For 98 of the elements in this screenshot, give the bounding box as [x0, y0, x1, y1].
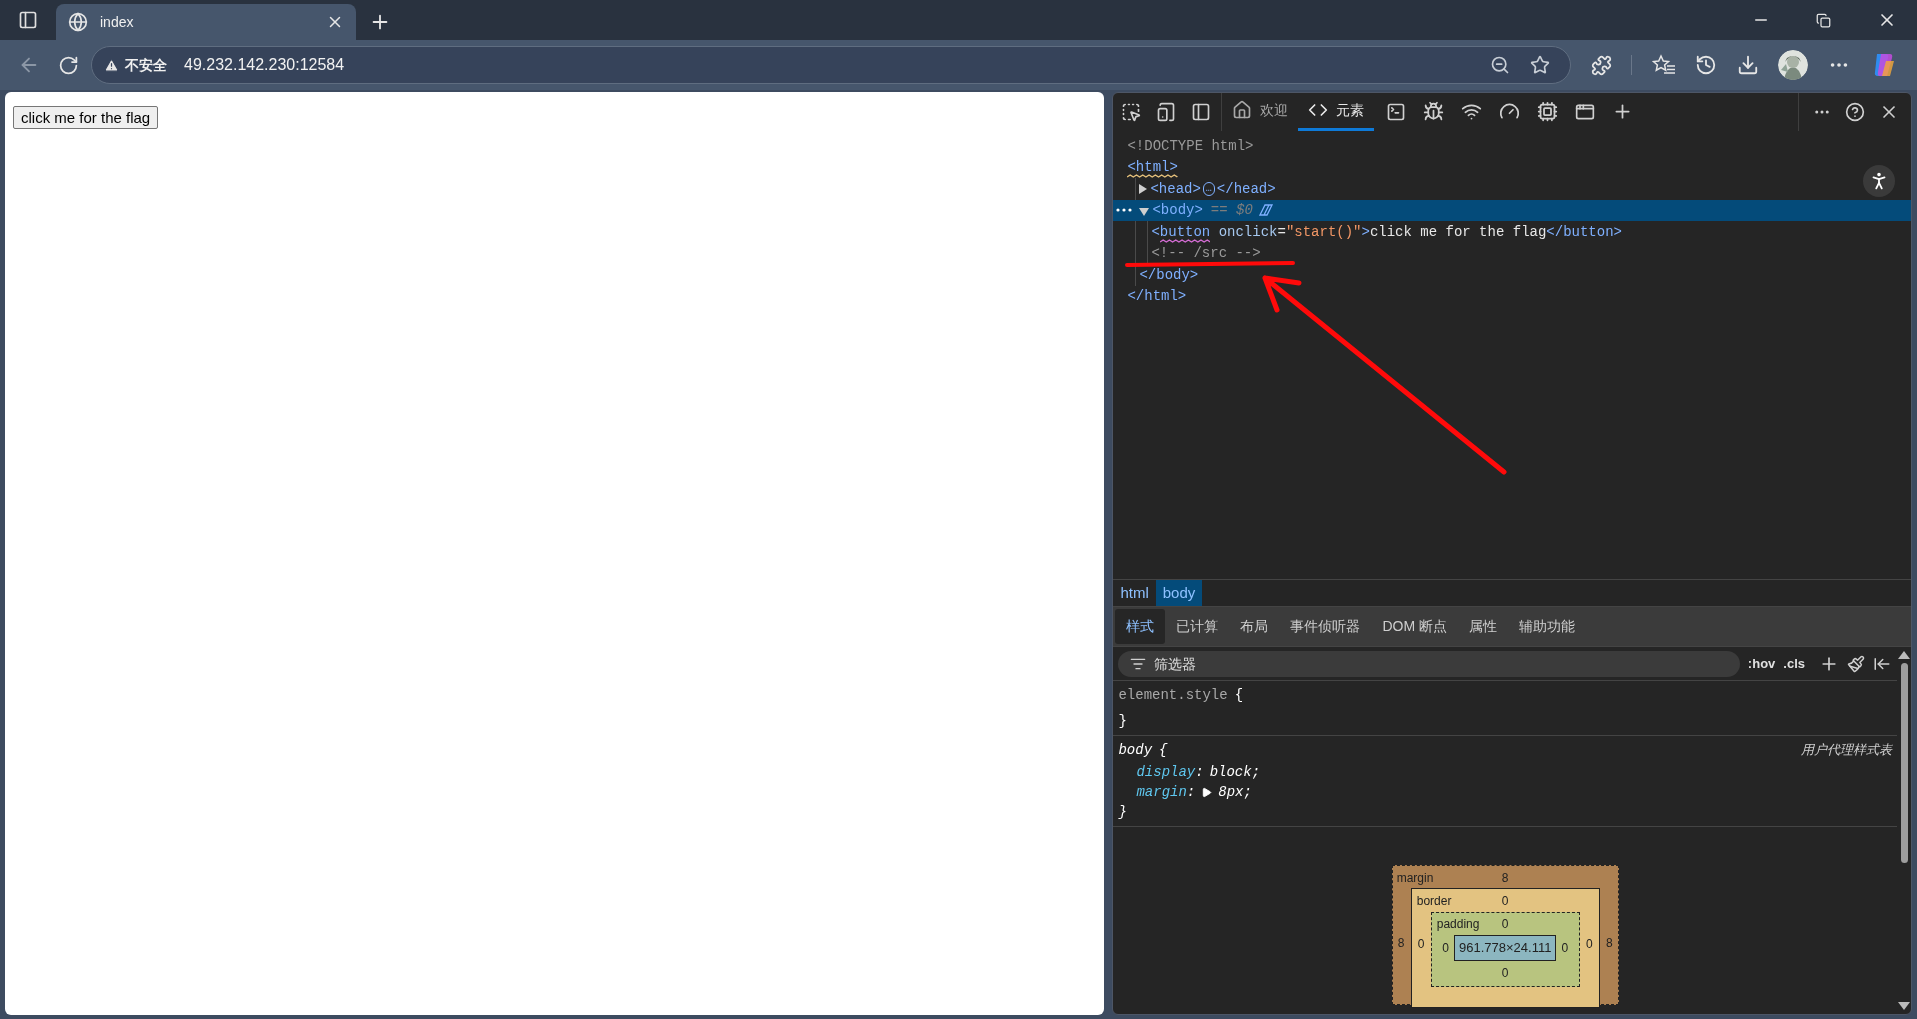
- color-format-icon[interactable]: [1847, 654, 1865, 673]
- warning-icon: [104, 57, 119, 73]
- margin-value: 8: [1501, 870, 1509, 887]
- issue-squiggle[interactable]: [1127, 174, 1178, 179]
- breadcrumb[interactable]: body: [1155, 580, 1203, 606]
- url-text: 49.232.142.230:12584: [184, 55, 345, 75]
- code-token: >: [1361, 223, 1370, 240]
- dom-node-row[interactable]: <html>: [1113, 156, 1911, 178]
- box-label: padding: [1436, 916, 1480, 933]
- issue-squiggle[interactable]: [1159, 238, 1211, 243]
- rule-selector: element.style: [1118, 685, 1228, 705]
- code-token: "start()": [1285, 223, 1362, 240]
- code-token: <!DOCTYPE html>: [1127, 137, 1254, 154]
- selected-hint: == $0: [1210, 202, 1253, 219]
- scrollbar-thumb[interactable]: [1900, 663, 1908, 863]
- devtools-tab[interactable]: 元素: [1298, 93, 1375, 131]
- code-token: <body>: [1152, 202, 1203, 219]
- styles-panel-tab[interactable]: 事件侦听器: [1279, 609, 1372, 644]
- copilot-explain-icon[interactable]: [1256, 203, 1275, 218]
- expand-shorthand-icon[interactable]: [1201, 786, 1213, 798]
- rule-source[interactable]: 用户代理样式表: [1801, 740, 1892, 760]
- css-property[interactable]: margin: [1136, 781, 1187, 803]
- padding-value: 0: [1501, 916, 1509, 933]
- code-token: onclick: [1217, 223, 1278, 240]
- tab-title: index: [100, 12, 135, 32]
- content-size: 961.778×24.111: [1454, 935, 1557, 961]
- styles-panel-tab[interactable]: 属性: [1458, 609, 1508, 644]
- rule-brace: {: [1234, 685, 1244, 705]
- accessibility-button[interactable]: [1863, 165, 1895, 197]
- download-icon[interactable]: [1736, 54, 1759, 76]
- breadcrumb[interactable]: html: [1113, 580, 1156, 606]
- filter-toggle[interactable]: .cls: [1783, 653, 1805, 674]
- filter-field[interactable]: 筛选器: [1118, 650, 1740, 677]
- colon: :: [1195, 762, 1204, 782]
- border-value: 0: [1586, 936, 1593, 953]
- flag-button[interactable]: click me for the flag: [13, 106, 159, 129]
- extensions-icon[interactable]: [1591, 54, 1612, 76]
- code-token: </button>: [1546, 223, 1622, 240]
- row-menu-icon[interactable]: [1116, 208, 1133, 213]
- margin-value: 8: [1397, 935, 1405, 952]
- padding-value: 0: [1561, 939, 1569, 957]
- dom-node-row[interactable]: <body> == $0: [1113, 199, 1911, 221]
- padding-value: 0: [1442, 939, 1449, 957]
- favorite-star-icon[interactable]: [1530, 55, 1550, 75]
- box-label: border: [1416, 893, 1452, 910]
- rule-selector: body: [1118, 740, 1153, 760]
- colon: :: [1186, 782, 1196, 802]
- inspect-icon[interactable]: [1121, 101, 1142, 122]
- code-token: <: [1151, 223, 1160, 240]
- styles-panel-tab[interactable]: 已计算: [1165, 609, 1230, 644]
- code-token: <!-- /src -->: [1151, 245, 1261, 262]
- code-token: button: [1159, 223, 1211, 240]
- padding-value: 0: [1501, 964, 1509, 982]
- dock-panel-icon[interactable]: [1191, 101, 1212, 122]
- code-token: <html>: [1127, 159, 1178, 176]
- history-icon[interactable]: [1695, 54, 1718, 76]
- margin-value: 8: [1606, 935, 1613, 952]
- box-label: margin: [1396, 870, 1434, 887]
- expanded-triangle-icon[interactable]: [1139, 207, 1150, 216]
- code-token: <head>: [1150, 180, 1201, 197]
- rule-brace: {: [1159, 740, 1168, 760]
- zoom-out-icon[interactable]: [1490, 55, 1510, 75]
- css-property[interactable]: display: [1136, 761, 1196, 783]
- dom-node-row[interactable]: <!-- /src -->: [1113, 242, 1911, 264]
- dom-node-row[interactable]: <button onclick="start()">click me for the flag</button>: [1113, 221, 1911, 243]
- device-emulation-icon[interactable]: [1156, 101, 1177, 122]
- home-icon: [1232, 100, 1253, 120]
- css-value[interactable]: 8px;: [1218, 781, 1252, 803]
- styles-panel-tab[interactable]: 辅助功能: [1508, 609, 1586, 644]
- devtools-tab[interactable]: 欢迎: [1222, 93, 1299, 131]
- reload-icon[interactable]: [58, 54, 79, 76]
- styles-panel-tab[interactable]: 布局: [1229, 609, 1280, 644]
- filter-toggle[interactable]: :hov: [1747, 653, 1776, 674]
- bug-icon[interactable]: [1423, 101, 1445, 122]
- console-icon[interactable]: [1386, 101, 1407, 122]
- code-token: click me for the flag: [1369, 223, 1547, 240]
- favorites-list-icon[interactable]: [1651, 54, 1676, 76]
- code-token: </head>: [1216, 180, 1276, 197]
- rule-brace: }: [1118, 802, 1127, 822]
- globe-icon: [68, 12, 88, 32]
- address-field[interactable]: 不安全 49.232.142.230:12584: [91, 46, 1571, 84]
- code-token: =: [1277, 223, 1286, 240]
- border-value: 0: [1417, 936, 1425, 953]
- border-value: 0: [1501, 893, 1509, 910]
- styles-panel-tab[interactable]: 样式: [1115, 609, 1166, 644]
- code-token: </body>: [1139, 266, 1199, 283]
- restore-icon[interactable]: [1816, 12, 1831, 28]
- scroll-down-icon[interactable]: [1898, 1002, 1910, 1010]
- sidebar-toggle-icon[interactable]: [18, 10, 38, 30]
- styles-panel-tab[interactable]: DOM 断点: [1371, 609, 1458, 644]
- memory-chip-icon[interactable]: [1537, 101, 1559, 122]
- help-icon[interactable]: [1845, 101, 1865, 122]
- code-token: </html>: [1127, 288, 1187, 305]
- dom-node-row[interactable]: <!DOCTYPE html>: [1113, 135, 1911, 157]
- security-label[interactable]: 不安全: [125, 54, 167, 76]
- rule-brace: }: [1118, 711, 1127, 731]
- css-value[interactable]: block;: [1209, 761, 1261, 783]
- browser-tab[interactable]: index: [56, 4, 356, 40]
